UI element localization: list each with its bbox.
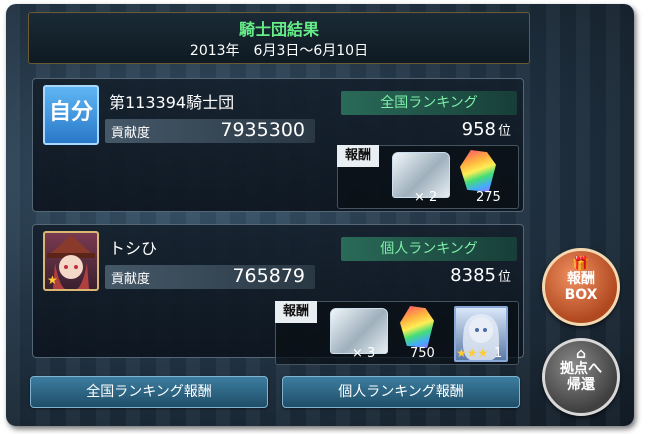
rainbow-crystal-icon [400,306,434,348]
gift-icon: 🎁 [572,256,590,272]
personal-ranking-reward-button[interactable]: 個人ランキング報酬 [282,376,520,408]
rank-number: 8385 [450,265,496,286]
player-contribution: 貢献度 765879 [105,265,315,289]
reward-label: 報酬 [337,145,379,167]
contribution-value: 765879 [232,265,305,287]
rank-number: 958 [461,119,496,140]
national-rank: 958 位 [341,119,511,140]
player-reward-box: 報酬 × 3 750 ★★★ 1 [275,301,519,365]
guild-reward-box: 報酬 × 2 275 [337,145,519,209]
contribution-label: 貢献度 [111,126,151,141]
game-screen: 騎士団結果 2013年 6月3日〜6月10日 自分 第113394騎士団 貢献度… [6,4,634,426]
rank-unit: 位 [497,124,511,139]
contribution-label: 貢献度 [111,272,151,287]
crystal-count: 275 [476,190,501,205]
rarity-star-icon: ★ [47,273,58,287]
national-ranking-label: 全国ランキング [341,91,517,115]
guild-contribution: 貢献度 7935300 [105,119,315,143]
player-result-panel: ★ トシひ 貢献度 765879 個人ランキング 8385 位 報酬 × 3 75… [32,224,524,365]
personal-ranking-label: 個人ランキング [341,237,517,261]
reward-label: 報酬 [275,301,317,323]
date-range: 2013年 6月3日〜6月10日 [189,43,369,59]
rainbow-crystal-icon [460,150,496,192]
return-label-2: 帰還 [567,377,595,393]
player-name: トシひ [109,239,158,258]
self-badge: 自分 [43,85,99,145]
rarity-stars-icon: ★★★ [456,346,489,360]
card-count: 1 [494,346,503,361]
contribution-value: 7935300 [220,119,305,141]
reward-box-button[interactable]: 🎁 報酬 BOX [542,248,620,326]
reward-box-label-2: BOX [564,287,598,303]
guild-result-panel: 自分 第113394騎士団 貢献度 7935300 全国ランキング 958 位 報… [32,78,524,212]
reward-box-label-1: 報酬 [567,271,595,287]
personal-rank: 8385 位 [341,265,511,286]
return-label-1: 拠点へ [560,361,602,377]
chest-count: × 2 [414,190,438,205]
crystal-count: 750 [410,346,435,361]
player-avatar: ★ [43,231,99,291]
rank-unit: 位 [497,270,511,285]
return-to-base-button[interactable]: ⌂ 拠点へ 帰還 [542,338,620,416]
guild-name: 第113394騎士団 [109,93,235,112]
national-ranking-reward-button[interactable]: 全国ランキング報酬 [30,376,268,408]
chest-count: × 3 [352,346,376,361]
page-title: 騎士団結果 [238,20,319,39]
result-header: 騎士団結果 2013年 6月3日〜6月10日 [28,12,530,64]
castle-icon: ⌂ [575,346,587,362]
